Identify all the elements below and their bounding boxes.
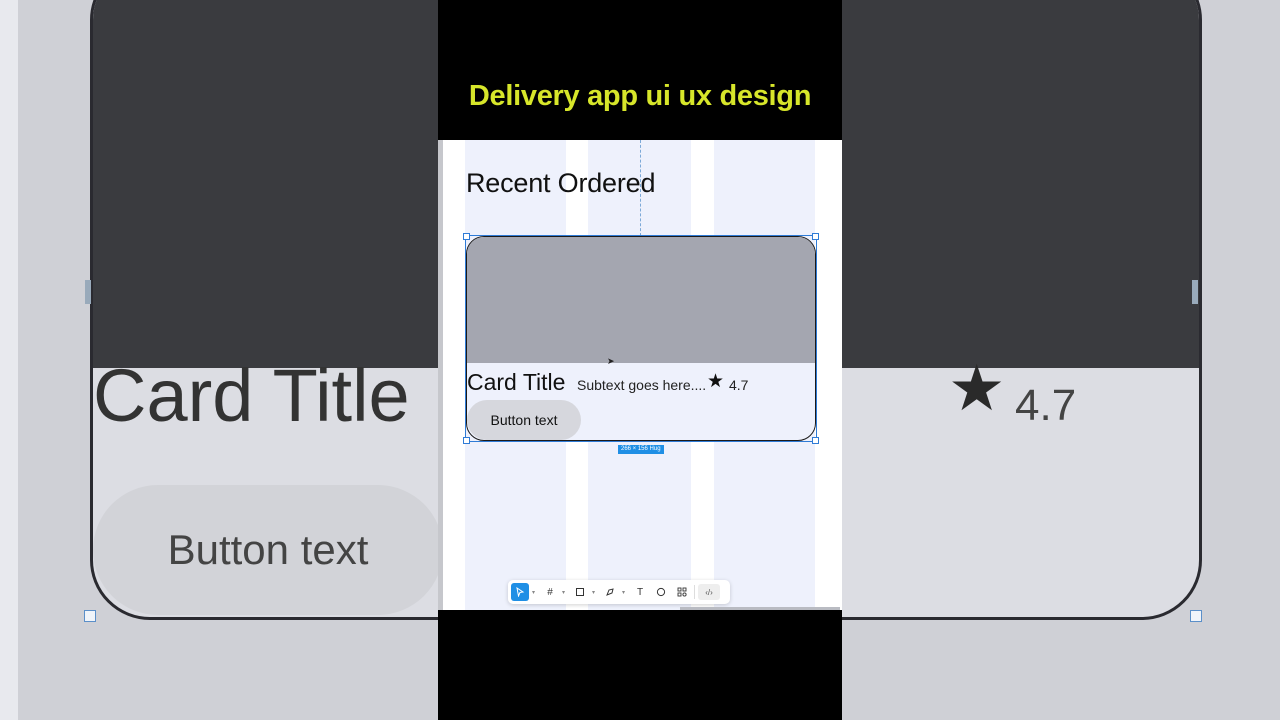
background-handle: [84, 610, 96, 622]
page-title: Recent Ordered: [466, 168, 656, 198]
resize-handle[interactable]: [812, 233, 819, 240]
star-icon: ★: [707, 371, 725, 392]
video-panel: Delivery app ui ux design Recent Ordered…: [438, 0, 842, 720]
order-card[interactable]: Card Title Subtext goes here.... ★ 4.7 B…: [466, 236, 816, 441]
toolbar-divider: [694, 585, 695, 599]
chevron-down-icon[interactable]: ▾: [622, 589, 628, 596]
frame-icon[interactable]: #: [541, 583, 559, 601]
background-rating: 4.7: [1015, 381, 1077, 430]
background-side-handle: [1192, 280, 1198, 304]
card-title: Card Title: [467, 369, 566, 395]
components-icon[interactable]: [673, 583, 691, 601]
chevron-down-icon[interactable]: ▾: [592, 589, 598, 596]
background-grid-column: [0, 0, 18, 720]
design-canvas[interactable]: Recent Ordered Card Title Subtext goes h…: [438, 140, 842, 610]
card-rating: 4.7: [729, 377, 749, 393]
resize-handle[interactable]: [463, 233, 470, 240]
chevron-down-icon[interactable]: ▾: [562, 589, 568, 596]
pen-icon[interactable]: [601, 583, 619, 601]
card-subtext: Subtext goes here....: [577, 377, 707, 393]
headline: Delivery app ui ux design: [468, 80, 812, 112]
mouse-cursor-icon: ➤: [607, 356, 615, 366]
background-card-button: Button text: [93, 485, 443, 615]
comment-icon[interactable]: [652, 583, 670, 601]
resize-handle[interactable]: [463, 437, 470, 444]
pointer-icon[interactable]: [511, 583, 529, 601]
background-card-title: Card Title: [93, 354, 410, 437]
horizontal-scrollbar[interactable]: [680, 607, 840, 610]
background-handle: [1190, 610, 1202, 622]
resize-handle[interactable]: [812, 437, 819, 444]
text-icon[interactable]: T: [631, 583, 649, 601]
bottom-toolbar: ▾ # ▾ ▾ ▾ T ‹/›: [508, 580, 730, 604]
card-image-placeholder: [467, 237, 815, 363]
background-side-handle: [85, 280, 91, 304]
canvas-edge: [438, 140, 443, 610]
code-icon[interactable]: ‹/›: [698, 584, 720, 600]
card-button[interactable]: Button text: [467, 400, 581, 440]
rectangle-icon[interactable]: [571, 583, 589, 601]
chevron-down-icon[interactable]: ▾: [532, 589, 538, 596]
size-badge: 266 × 156 Hug: [618, 445, 664, 454]
background-star-icon: ★: [948, 352, 1006, 424]
